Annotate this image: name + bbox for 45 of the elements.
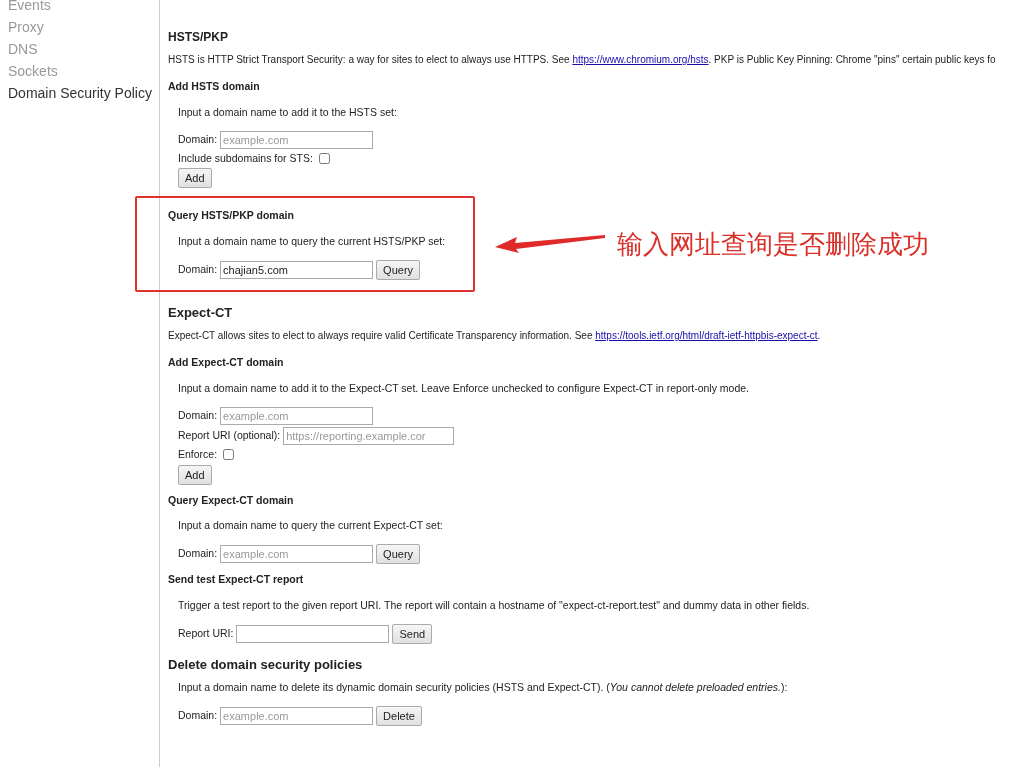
button[interactable]: Query (376, 544, 421, 564)
description-text: HSTS is HTTP Strict Transport Security: a way for sites to elect to always use HTTPS. See https://www.chromium.org/hsts. PKP is Public Key Pinning: Chrome "pins" certain public keys fo (168, 53, 997, 67)
input-field[interactable] (236, 624, 390, 643)
section-heading: HSTS/PKP (168, 29, 229, 46)
field-label: Domain: (178, 131, 218, 147)
checkbox-label: Include subdomains for STS: (178, 150, 313, 166)
subsection-heading: Add HSTS domain (168, 79, 261, 94)
instruction-text: Input a domain name to add it to the Expect-CT set. Leave Enforce unchecked to configure Expect-CT in report-only mode. (178, 381, 750, 396)
checkbox-label: Enforce: (178, 446, 218, 462)
link[interactable]: https://tools.ietf.org/html/draft-ietf-httpbis-expect-ct (595, 330, 818, 342)
input-field[interactable]: example.com (220, 706, 374, 725)
annotation-text: 输入网址查询是否删除成功 (617, 227, 929, 261)
link[interactable]: https://www.chromium.org/hsts (572, 54, 709, 65)
instruction-text: Input a domain name to query the current HSTS/PKP set: (178, 234, 447, 249)
subsection-heading: Query HSTS/PKP domain (168, 208, 295, 224)
subsection-heading: Send test Expect-CT report (168, 572, 305, 587)
input-field[interactable]: example.com (220, 545, 374, 563)
button[interactable]: Delete (376, 705, 422, 726)
subsection-heading: Query Expect-CT domain (168, 492, 295, 508)
field-label: Domain: (178, 261, 218, 277)
field-label: Domain: (178, 546, 218, 562)
instruction-text: Input a domain name to delete its dynamic domain security policies (HSTS and Expect-CT). (You cannot delete preloaded entries.): (178, 680, 789, 695)
section-heading: Expect-CT (168, 303, 234, 322)
checkbox[interactable] (318, 152, 330, 164)
input-field[interactable]: example.com (220, 130, 374, 149)
checkbox[interactable] (223, 449, 235, 461)
description-text: Expect-CT allows sites to elect to always require valid Certificate Transparency information. See https://tools.ietf.org/html/draft-ietf-httpbis-expect-ct. (168, 329, 822, 344)
field-label: Report URI: (178, 625, 234, 641)
field-label: Report URI (optional): (178, 427, 281, 443)
input-field[interactable]: chajian5.com (220, 260, 374, 279)
field-label: Domain: (178, 407, 218, 423)
section-heading: Delete domain security policies (168, 655, 364, 674)
instruction-text: Input a domain name to add it to the HSTS set: (178, 104, 398, 120)
arrow-icon (495, 234, 605, 254)
instruction-text: Trigger a test report to the given report URI. The report will contain a hostname of "expect-ct-report.test" and dummy data in other fields. (178, 597, 811, 613)
input-field[interactable]: example.com (220, 406, 374, 425)
subsection-heading: Add Expect-CT domain (168, 355, 285, 371)
input-field[interactable]: https://reporting.example.cor (283, 426, 454, 445)
button[interactable]: Query (376, 259, 421, 280)
button[interactable]: Add (178, 464, 212, 485)
button[interactable]: Add (178, 168, 212, 189)
button[interactable]: Send (392, 623, 433, 644)
sidebar-item[interactable]: Domain Security Policy (8, 82, 159, 104)
instruction-text: Input a domain name to query the current Expect-CT set: (178, 518, 444, 534)
field-label: Domain: (178, 707, 218, 723)
